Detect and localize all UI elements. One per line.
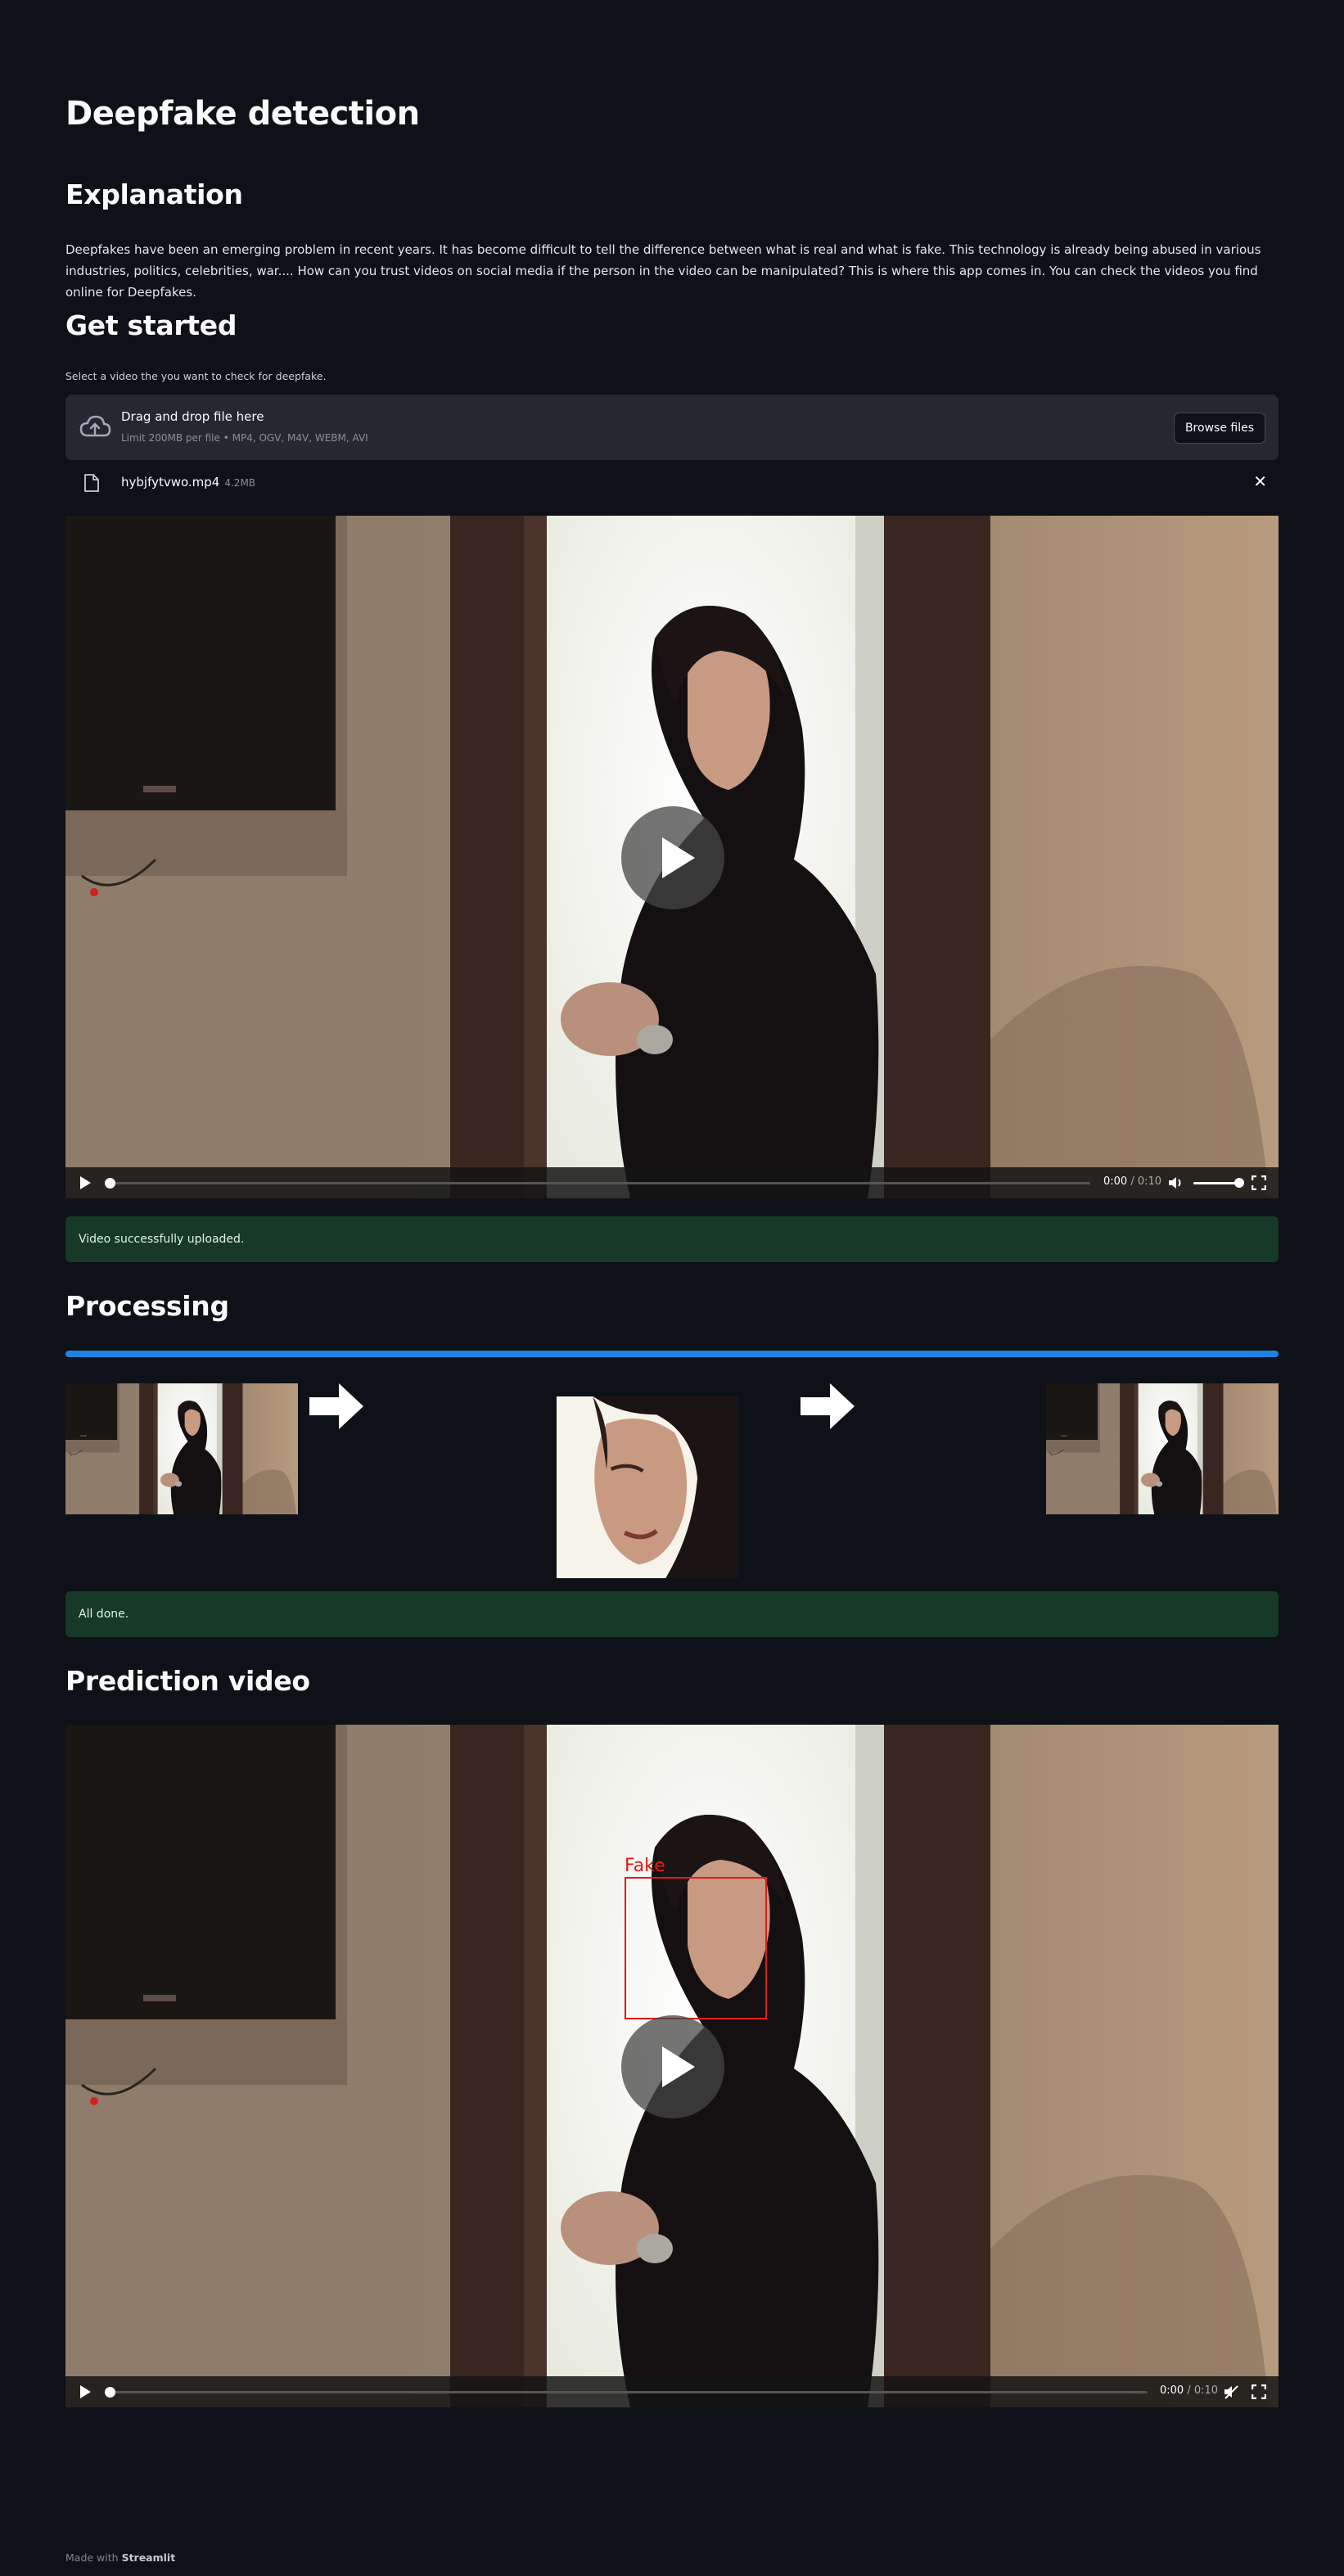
video-time: 0:00 / 0:10	[1103, 1175, 1162, 1188]
source-frame-thumbnail	[65, 1383, 298, 1514]
processing-progress-bar	[65, 1351, 1279, 1357]
prediction-heading: Prediction video	[65, 1665, 310, 1697]
uploaded-file-row: hybjfytvwo.mp4 4.2MB ✕	[65, 467, 1279, 499]
video-controls: 0:00 / 0:10	[65, 1167, 1279, 1198]
file-icon	[84, 474, 99, 492]
dropzone-limits: Limit 200MB per file • MP4, OGV, M4V, WE…	[121, 432, 368, 444]
play-icon[interactable]	[80, 2385, 91, 2398]
input-video-player[interactable]: 0:00 / 0:10	[65, 516, 1279, 1198]
seek-bar[interactable]	[110, 2391, 1148, 2393]
footer: Made with Streamlit	[65, 2551, 175, 2564]
explanation-heading: Explanation	[65, 178, 243, 210]
file-dropzone[interactable]: Drag and drop file here Limit 200MB per …	[65, 395, 1279, 460]
seek-knob[interactable]	[105, 2387, 115, 2398]
cloud-upload-icon	[79, 415, 111, 437]
prediction-label: Fake	[625, 1856, 665, 1876]
video-controls: 0:00 / 0:10	[65, 2376, 1279, 2407]
volume-icon[interactable]	[1167, 1175, 1184, 1191]
close-icon: ✕	[1253, 471, 1267, 491]
remove-file-button[interactable]: ✕	[1253, 471, 1267, 491]
muted-volume-icon[interactable]	[1223, 2384, 1239, 2400]
volume-slider[interactable]	[1193, 1182, 1239, 1184]
arrow-right-icon	[801, 1383, 855, 1429]
processing-heading: Processing	[65, 1290, 229, 1322]
play-icon[interactable]	[80, 1176, 91, 1189]
arrow-right-icon	[309, 1383, 363, 1429]
footer-prefix: Made with	[65, 2551, 119, 2564]
play-overlay-button[interactable]	[621, 2015, 724, 2118]
page-title: Deepfake detection	[65, 95, 420, 133]
file-size: 4.2MB	[224, 477, 256, 489]
file-name: hybjfytvwo.mp4 4.2MB	[121, 475, 255, 489]
volume-knob[interactable]	[1234, 1178, 1244, 1188]
fullscreen-icon[interactable]	[1252, 2384, 1266, 2399]
video-time: 0:00 / 0:10	[1160, 2384, 1219, 2397]
dropzone-title: Drag and drop file here	[121, 409, 264, 424]
browse-files-button[interactable]: Browse files	[1173, 413, 1265, 444]
seek-knob[interactable]	[105, 1178, 115, 1189]
face-crop-thumbnail	[557, 1396, 738, 1578]
file-name-text: hybjfytvwo.mp4	[121, 475, 220, 489]
explanation-text: Deepfakes have been an emerging problem …	[65, 242, 1261, 300]
fullscreen-icon[interactable]	[1252, 1175, 1266, 1190]
uploader-label: Select a video the you want to check for…	[65, 370, 327, 382]
streamlit-link[interactable]: Streamlit	[122, 2551, 176, 2564]
get-started-heading: Get started	[65, 309, 237, 341]
processing-done-alert: All done.	[65, 1591, 1279, 1637]
face-bounding-box	[625, 1877, 767, 2019]
prediction-video-player[interactable]: Fake 0:00 / 0:10	[65, 1725, 1279, 2407]
result-frame-thumbnail	[1046, 1383, 1279, 1514]
upload-success-alert: Video successfully uploaded.	[65, 1216, 1279, 1262]
seek-bar[interactable]	[110, 1182, 1090, 1184]
play-overlay-button[interactable]	[621, 806, 724, 909]
